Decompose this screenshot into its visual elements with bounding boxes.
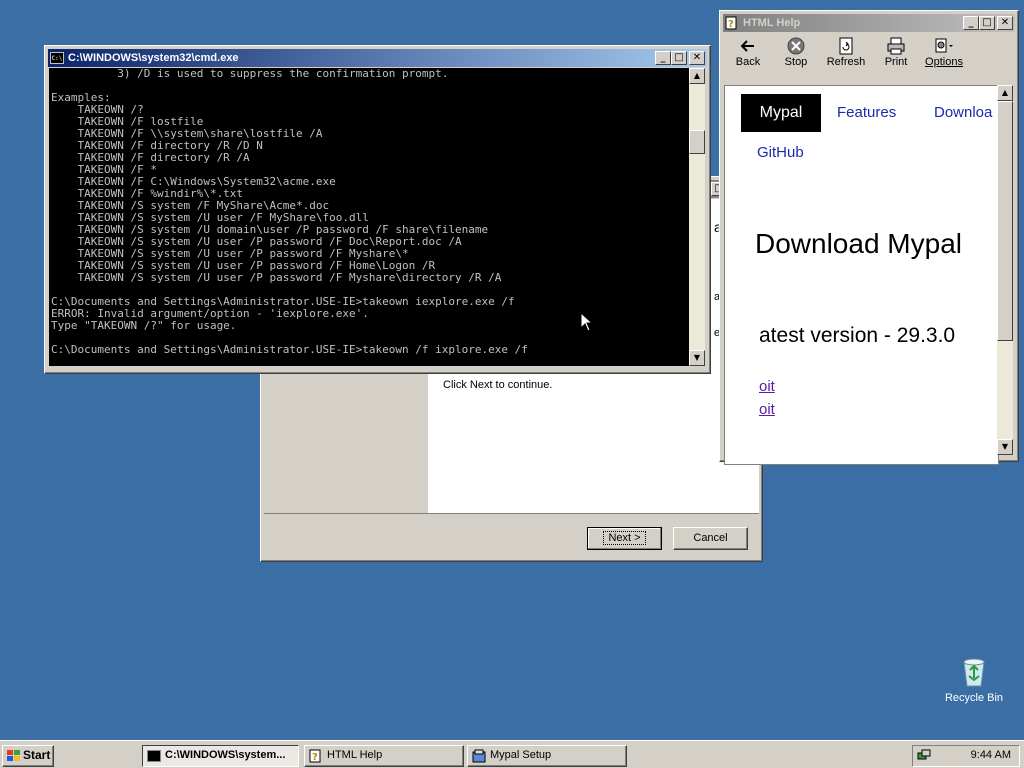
help-file-icon: ? [309,749,321,763]
stop-label: Stop [784,56,808,68]
taskbar-item-label: C:\WINDOWS\system... [165,749,286,761]
start-button[interactable]: Start [2,745,54,767]
scroll-thumb[interactable] [689,130,705,154]
taskbar-item-label: Mypal Setup [490,749,552,761]
next-button[interactable]: Next > [587,527,662,550]
scroll-up-button[interactable]: ▲ [689,68,705,84]
help-vertical-scrollbar[interactable]: ▲ ▼ [997,85,1013,455]
taskbar-item-cmd[interactable]: C:\WINDOWS\system... [142,745,299,767]
cancel-button[interactable]: Cancel [673,527,748,550]
start-label: Start [23,748,51,762]
help-toolbar: Back Stop Refresh Print Options [724,35,1014,83]
taskbar: Start C:\WINDOWS\system... ? HTML Help M… [0,740,1024,768]
printer-icon [887,37,905,55]
back-button[interactable]: Back [724,35,772,83]
recycle-bin-label: Recycle Bin [944,692,1004,704]
taskbar-item-mypal-setup[interactable]: Mypal Setup [467,745,627,767]
svg-text:C:\: C:\ [52,55,63,62]
nav-features[interactable]: Features [837,94,896,132]
recycle-bin[interactable]: Recycle Bin [942,656,1006,704]
cmd-vertical-scrollbar[interactable]: ▲ ▼ [689,68,705,366]
help-titlebar[interactable]: ? HTML Help _ □ ✕ [723,14,1015,32]
setup-continue-text: Click Next to continue. [443,379,553,391]
system-tray: 9:44 AM [912,745,1020,767]
options-label: Options [925,56,963,68]
minimize-button[interactable]: _ [655,51,671,65]
network-icon[interactable] [917,749,931,763]
stop-button[interactable]: Stop [772,35,820,83]
cmd-icon [147,750,161,762]
clock[interactable]: 9:44 AM [971,749,1011,761]
cmd-window-title: C:\WINDOWS\system32\cmd.exe [68,52,239,64]
refresh-icon [839,37,853,55]
scroll-down-button[interactable]: ▼ [997,439,1013,455]
scroll-thumb[interactable] [997,101,1013,341]
download-link-1[interactable]: oit [759,378,775,395]
setup-icon [472,749,486,763]
download-heading: Download Mypal [755,228,962,259]
refresh-button[interactable]: Refresh [820,35,872,83]
maximize-button[interactable]: □ [979,16,995,30]
close-button[interactable]: ✕ [997,16,1013,30]
windows-logo-icon [7,750,20,761]
cmd-window[interactable]: C:\ C:\WINDOWS\system32\cmd.exe _ □ ✕ 3)… [44,45,711,374]
mouse-pointer-icon [580,312,592,332]
stop-icon [787,37,805,55]
nav-mypal[interactable]: Mypal [741,94,821,132]
back-label: Back [735,56,761,68]
recycle-bin-icon [963,658,985,687]
download-link-2[interactable]: oit [759,401,775,418]
back-arrow-icon [740,40,754,52]
help-window-title: HTML Help [743,17,801,29]
console-output[interactable]: 3) /D is used to suppress the confirmati… [49,68,689,366]
help-window[interactable]: ? HTML Help _ □ ✕ Back Stop Refresh Prin… [719,10,1019,465]
cmd-icon: C:\ [50,52,64,64]
nav-github[interactable]: GitHub [757,144,804,161]
options-button[interactable]: Options [920,35,968,83]
svg-text:?: ? [728,19,734,30]
latest-version-text: atest version - 29.3.0 [759,324,956,347]
help-window-controls: _ □ ✕ [963,16,1013,30]
options-icon [935,38,953,53]
nav-download[interactable]: Downloa [934,94,992,132]
cmd-window-controls: _ □ ✕ [655,51,705,65]
close-button[interactable]: ✕ [689,51,705,65]
print-label: Print [884,56,908,68]
maximize-button[interactable]: □ [671,51,687,65]
help-content-pane[interactable]: Mypal Features Downloa GitHub Download M… [724,85,999,465]
next-button-label: Next > [603,531,646,545]
scroll-down-button[interactable]: ▼ [689,350,705,366]
svg-text:?: ? [312,752,318,763]
print-button[interactable]: Print [872,35,920,83]
taskbar-item-label: HTML Help [327,749,383,761]
minimize-button[interactable]: _ [963,16,979,30]
scroll-up-button[interactable]: ▲ [997,85,1013,101]
taskbar-item-html-help[interactable]: ? HTML Help [304,745,464,767]
help-file-icon: ? [725,16,737,30]
cmd-titlebar[interactable]: C:\ C:\WINDOWS\system32\cmd.exe _ □ ✕ [48,49,707,67]
refresh-label: Refresh [826,56,866,68]
